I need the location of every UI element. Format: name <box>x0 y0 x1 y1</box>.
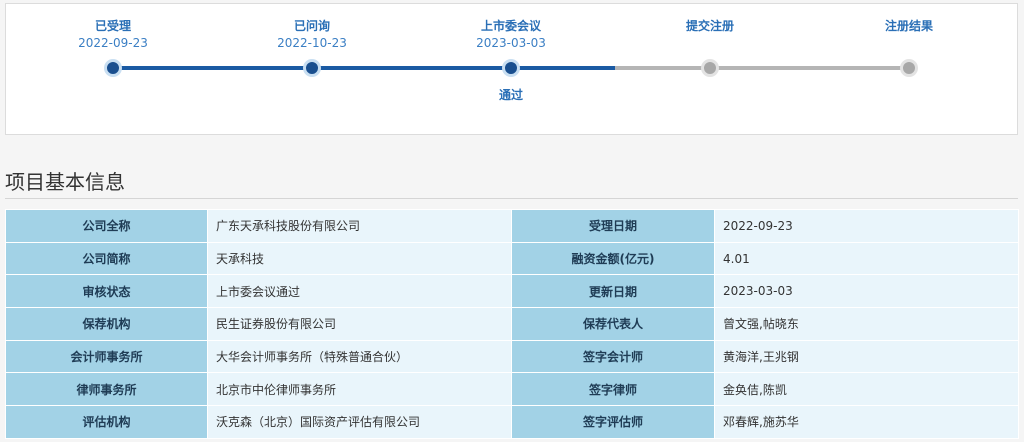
table-row: 保荐机构 民生证券股份有限公司 保荐代表人 曾文强,帖晓东 <box>5 307 1019 341</box>
step-submit-registration: 提交注册 <box>630 19 790 33</box>
step-dot-2 <box>303 59 321 77</box>
field-label: 融资金额(亿元) <box>511 241 715 276</box>
field-label: 公司简称 <box>5 241 208 276</box>
field-label: 会计师事务所 <box>5 339 208 374</box>
field-label: 保荐代表人 <box>511 307 715 341</box>
step-label: 已受理 <box>94 19 131 33</box>
field-label: 更新日期 <box>511 274 715 309</box>
table-row: 律师事务所 北京市中伦律师事务所 签字律师 金奂佶,陈凯 <box>5 372 1019 407</box>
field-label: 评估机构 <box>5 405 208 439</box>
field-label: 审核状态 <box>5 274 208 309</box>
table-row: 审核状态 上市委会议通过 更新日期 2023-03-03 <box>5 274 1019 309</box>
field-value: 大华会计师事务所（特殊普通合伙） <box>207 339 512 374</box>
step-label: 注册结果 <box>884 19 933 33</box>
step-dot-1 <box>104 59 122 77</box>
field-value: 上市委会议通过 <box>207 274 512 309</box>
step-date: 2023-03-03 <box>476 36 546 50</box>
field-label: 签字律师 <box>511 372 715 407</box>
field-value: 天承科技 <box>207 241 512 276</box>
section-divider <box>5 198 1018 199</box>
step-dot-3 <box>502 59 520 77</box>
field-value: 黄海洋,王兆钢 <box>714 339 1019 374</box>
field-value: 4.01 <box>714 241 1019 276</box>
step-label: 已问询 <box>293 19 330 33</box>
field-value: 金奂佶,陈凯 <box>714 372 1019 407</box>
step-label: 提交注册 <box>685 19 734 33</box>
field-label: 签字评估师 <box>511 405 715 439</box>
step-label: 上市委会议 <box>480 19 541 33</box>
step-registration-result: 注册结果 <box>829 19 989 33</box>
field-value: 邓春辉,施苏华 <box>714 405 1019 439</box>
field-value: 2022-09-23 <box>714 209 1019 243</box>
field-value: 北京市中伦律师事务所 <box>207 372 512 407</box>
field-value: 曾文强,帖晓东 <box>714 307 1019 341</box>
step-result-label: 通过 <box>498 88 523 102</box>
field-label: 保荐机构 <box>5 307 208 341</box>
field-label: 律师事务所 <box>5 372 208 407</box>
table-row: 评估机构 沃克森（北京）国际资产评估有限公司 签字评估师 邓春辉,施苏华 <box>5 405 1019 439</box>
progress-track-done <box>118 66 615 70</box>
field-value: 广东天承科技股份有限公司 <box>207 209 512 243</box>
table-row: 公司全称 广东天承科技股份有限公司 受理日期 2022-09-23 <box>5 209 1019 243</box>
section-title: 项目基本信息 <box>5 170 125 194</box>
table-row: 公司简称 天承科技 融资金额(亿元) 4.01 <box>5 241 1019 276</box>
step-dot-4 <box>701 59 719 77</box>
step-dot-5 <box>900 59 918 77</box>
field-value: 沃克森（北京）国际资产评估有限公司 <box>207 405 512 439</box>
step-listing-committee: 上市委会议 2023-03-03 <box>431 19 591 50</box>
step-accepted: 已受理 2022-09-23 <box>33 19 193 50</box>
field-value: 2023-03-03 <box>714 274 1019 309</box>
project-info-table: 公司全称 广东天承科技股份有限公司 受理日期 2022-09-23 公司简称 天… <box>5 209 1019 439</box>
field-label: 公司全称 <box>5 209 208 243</box>
progress-panel: 已受理 2022-09-23 已问询 2022-10-23 上市委会议 2023… <box>5 3 1018 135</box>
step-date: 2022-10-23 <box>277 36 347 50</box>
field-label: 受理日期 <box>511 209 715 243</box>
step-date: 2022-09-23 <box>78 36 148 50</box>
progress-track-pending <box>615 66 914 70</box>
step-inquired: 已问询 2022-10-23 <box>232 19 392 50</box>
field-value: 民生证券股份有限公司 <box>207 307 512 341</box>
table-row: 会计师事务所 大华会计师事务所（特殊普通合伙） 签字会计师 黄海洋,王兆钢 <box>5 339 1019 374</box>
field-label: 签字会计师 <box>511 339 715 374</box>
